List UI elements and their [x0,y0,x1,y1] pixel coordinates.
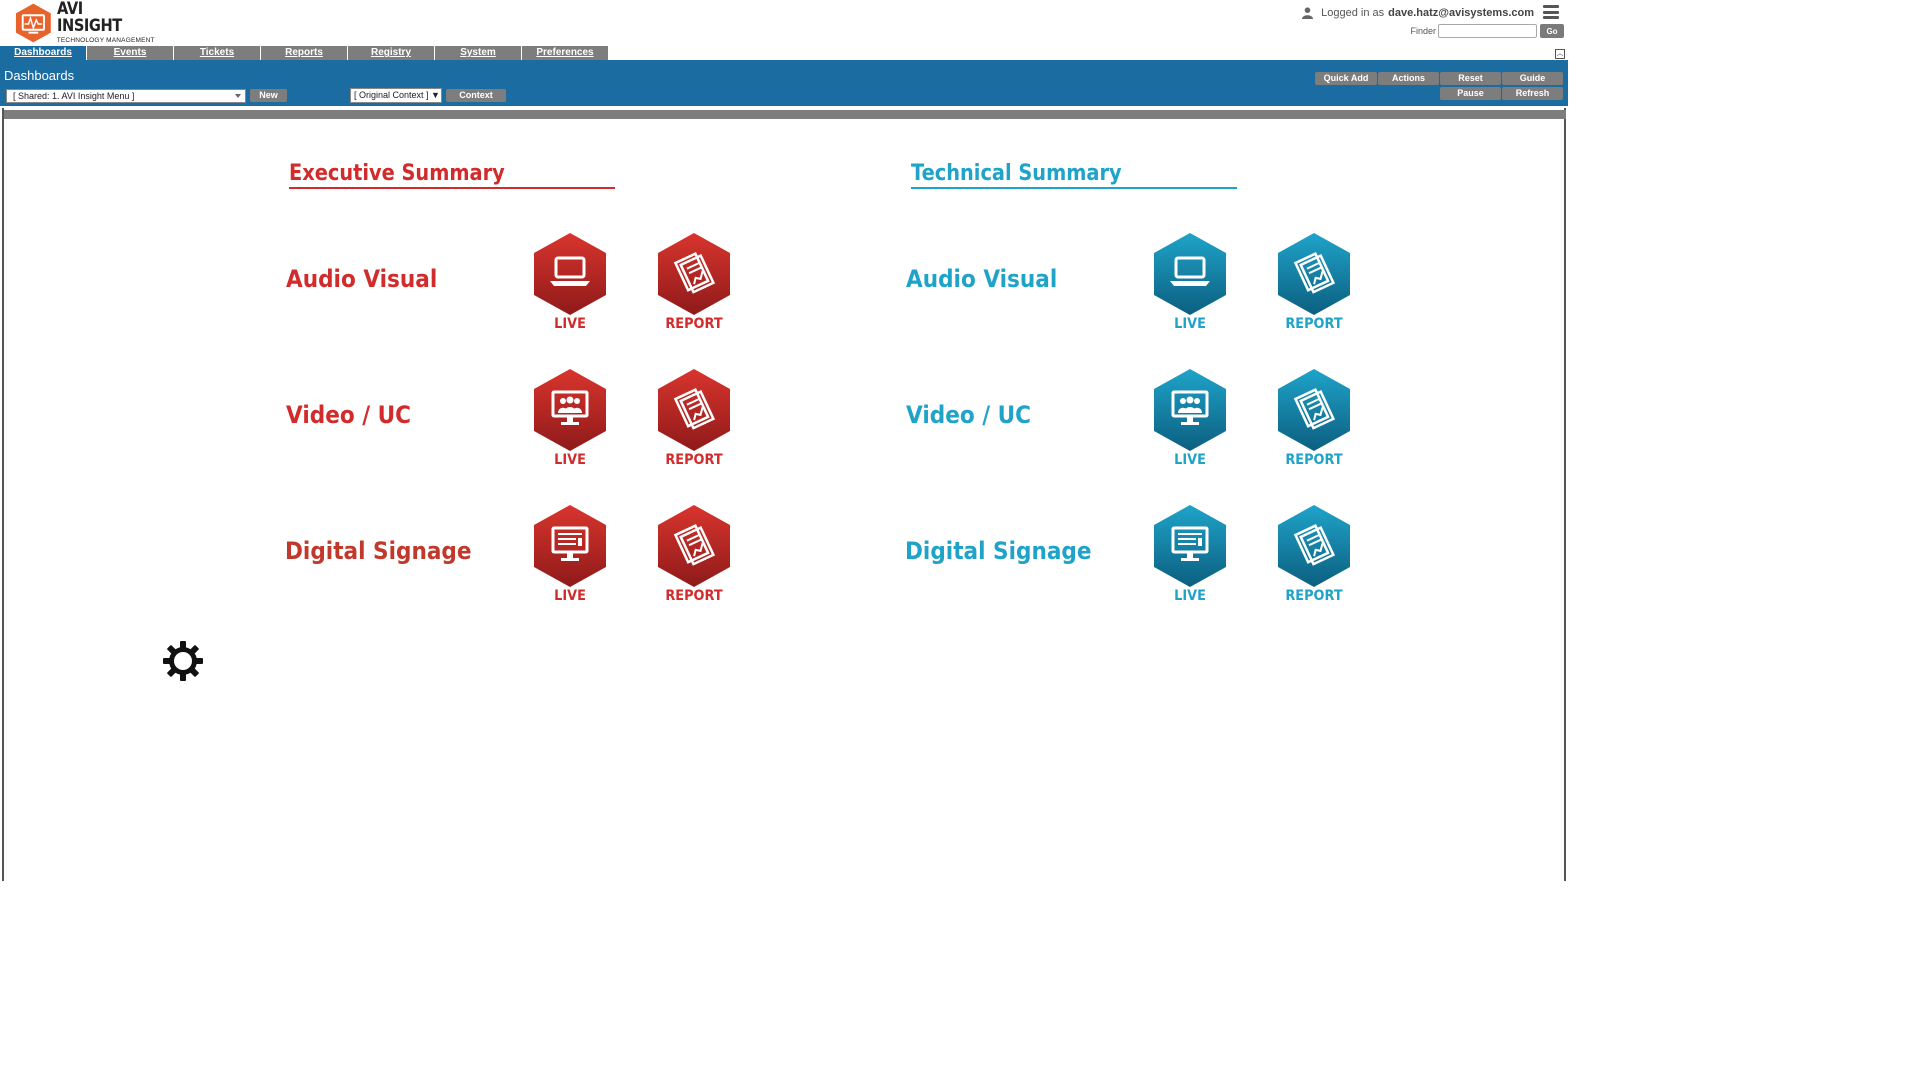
report-icon [1293,388,1336,430]
tile-caption: REPORT [1285,588,1343,604]
report-icon [1293,524,1336,566]
guide-button[interactable]: Guide [1502,72,1563,85]
tech-video-uc-label: Video / UC [906,401,1032,429]
reset-button[interactable]: Reset [1440,72,1501,85]
tech-video-uc-report-tile[interactable]: REPORT [1274,368,1354,472]
dashboard-toolbar: Dashboards [ Shared: 1. AVI Insight Menu… [0,60,1568,106]
actions-button[interactable]: Actions [1378,72,1439,85]
tile-caption: REPORT [665,316,723,332]
quick-add-button[interactable]: Quick Add [1315,72,1377,85]
page-title: Dashboards [4,68,75,83]
finder-label: Finder [1410,26,1436,36]
refresh-button[interactable]: Refresh [1502,87,1563,100]
finder-go-button[interactable]: Go [1540,24,1564,38]
collapse-header-icon[interactable]: ︿ [1555,49,1565,59]
tech-digital-signage-report-tile[interactable]: REPORT [1274,504,1354,608]
video-conference-icon [551,390,589,425]
tile-caption: LIVE [554,588,586,604]
finder-input[interactable] [1438,24,1537,38]
hamburger-menu-icon[interactable] [1543,5,1559,19]
top-header: AVI INSIGHT TECHNOLOGY MANAGEMENT Logged… [0,0,1568,46]
tech-audio-visual-live-tile[interactable]: LIVE [1150,232,1230,336]
tech-audio-visual-label: Audio Visual [906,265,1058,293]
tile-caption: LIVE [1174,452,1206,468]
brand-title: AVI INSIGHT [56,0,122,37]
user-email: dave.hatz@avisystems.com [1388,7,1534,19]
signage-monitor-icon [1171,526,1209,561]
tech-audio-visual-report-tile[interactable]: REPORT [1274,232,1354,336]
exec-audio-visual-report-tile[interactable]: REPORT [654,232,734,336]
tab-reports[interactable]: Reports [261,46,347,60]
exec-digital-signage-live-tile[interactable]: LIVE [530,504,610,608]
signage-monitor-icon [551,526,589,561]
user-area: Logged in as dave.hatz@avisystems.com [1302,7,1534,19]
dashboard-menu-select-value: [ Shared: 1. AVI Insight Menu ] [13,91,135,101]
report-icon [1293,252,1336,294]
tab-tickets[interactable]: Tickets [174,46,260,60]
exec-audio-visual-label: Audio Visual [286,265,438,293]
exec-digital-signage-report-tile[interactable]: REPORT [654,504,734,608]
tab-events[interactable]: Events [87,46,173,60]
exec-audio-visual-live-tile[interactable]: LIVE [530,232,610,336]
tab-system[interactable]: System [435,46,521,60]
exec-digital-signage-label: Digital Signage [285,537,472,565]
laptop-icon [1170,256,1210,286]
tile-caption: REPORT [1285,316,1343,332]
tech-digital-signage-live-tile[interactable]: LIVE [1150,504,1230,608]
dashboard-menu-select[interactable]: [ Shared: 1. AVI Insight Menu ] [6,89,246,103]
technical-summary-title: Technical Summary [911,161,1122,186]
avi-insight-logo[interactable]: AVI INSIGHT TECHNOLOGY MANAGEMENT [14,0,164,45]
laptop-icon [550,256,590,286]
tile-caption: REPORT [665,588,723,604]
brand-subtitle: TECHNOLOGY MANAGEMENT [56,37,155,45]
dashboard-frame [2,108,1566,881]
exec-video-uc-live-tile[interactable]: LIVE [530,368,610,472]
context-select[interactable]: [ Original Context ] ▼ [350,88,442,103]
tile-caption: LIVE [1174,588,1206,604]
tech-digital-signage-label: Digital Signage [905,537,1092,565]
context-button[interactable]: Context [446,89,506,102]
executive-summary-underline [289,187,615,189]
exec-video-uc-label: Video / UC [286,401,412,429]
tab-preferences[interactable]: Preferences [522,46,608,60]
logo-hex-icon [15,3,51,43]
tile-caption: REPORT [665,452,723,468]
exec-video-uc-report-tile[interactable]: REPORT [654,368,734,472]
tile-caption: LIVE [554,316,586,332]
frame-top-bar [4,110,1566,119]
logged-in-prefix: Logged in as [1321,7,1385,19]
executive-summary-title: Executive Summary [289,161,505,186]
tile-caption: REPORT [1285,452,1343,468]
pause-button[interactable]: Pause [1440,87,1501,100]
main-tabs: Dashboards Events Tickets Reports Regist… [0,46,1568,60]
gear-icon[interactable] [162,640,204,682]
user-icon [1302,7,1314,19]
technical-summary-underline [911,187,1237,189]
tile-caption: LIVE [1174,316,1206,332]
report-icon [673,524,716,566]
report-icon [673,252,716,294]
tile-caption: LIVE [554,452,586,468]
chevron-down-icon [235,94,241,98]
tab-dashboards[interactable]: Dashboards [0,46,86,60]
report-icon [673,388,716,430]
new-button[interactable]: New [250,89,287,102]
tech-video-uc-live-tile[interactable]: LIVE [1150,368,1230,472]
video-conference-icon [1171,390,1209,425]
finder: Finder Go [1410,24,1564,38]
tab-registry[interactable]: Registry [348,46,434,60]
